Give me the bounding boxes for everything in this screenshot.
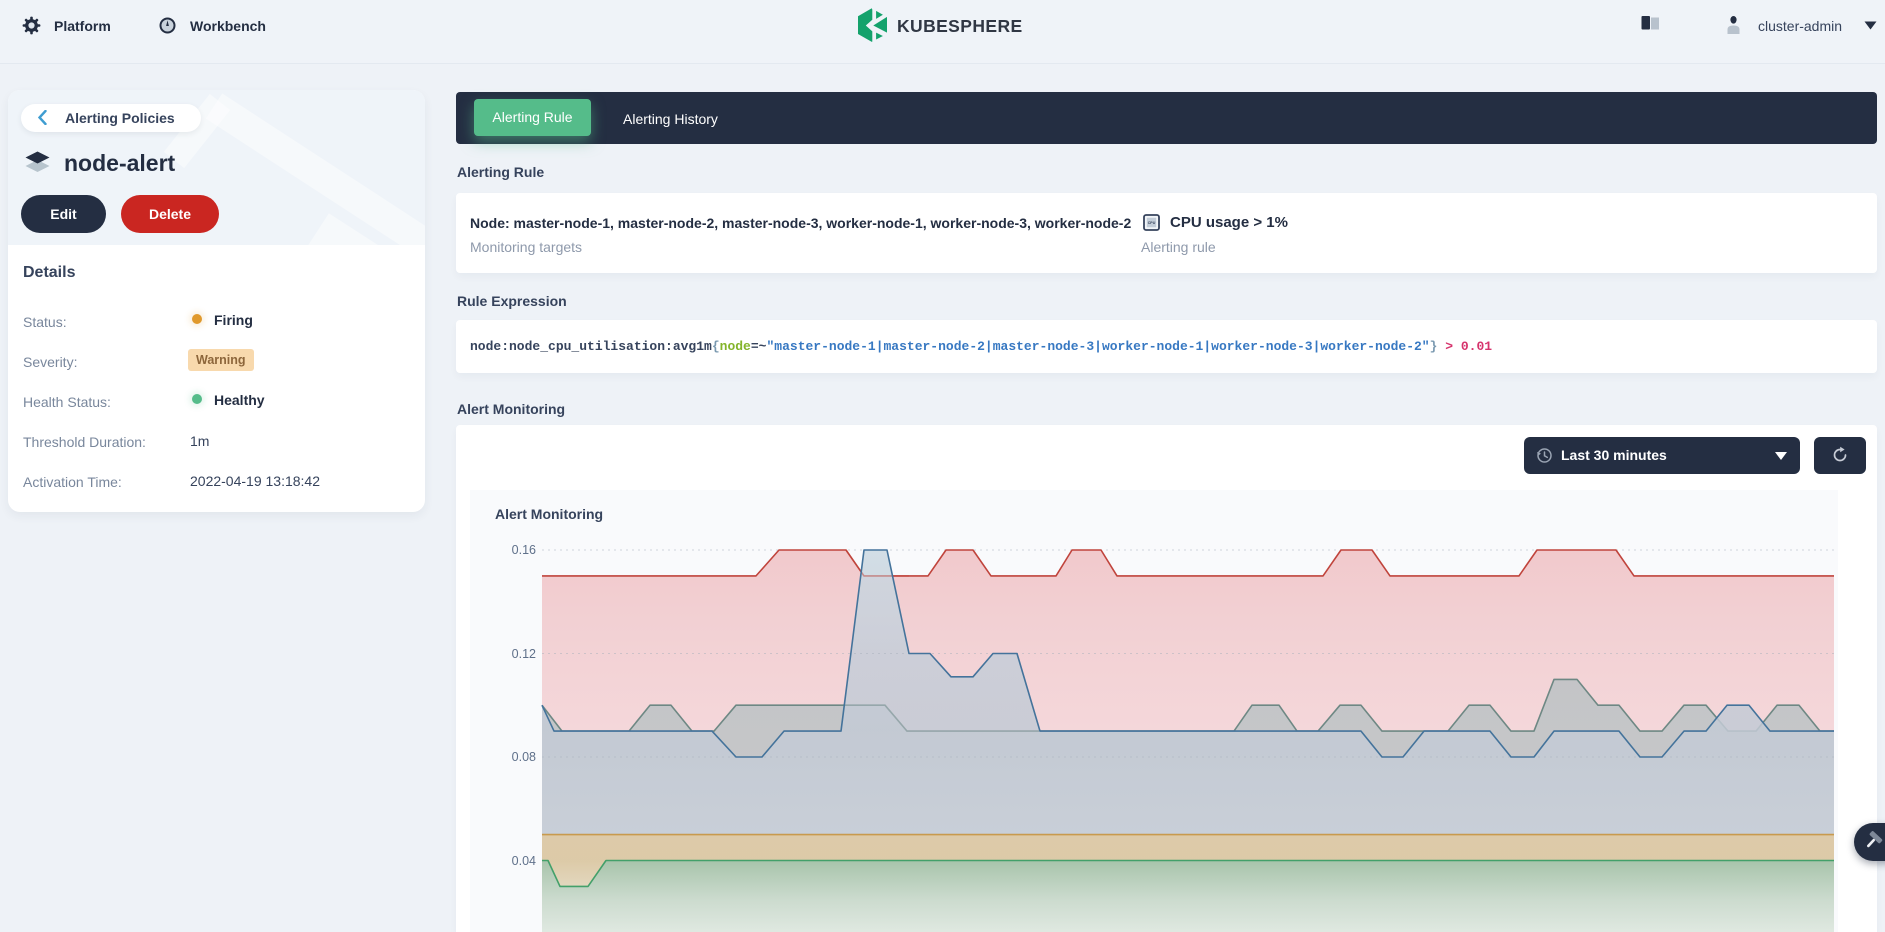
svg-text:CPU: CPU: [1148, 221, 1156, 225]
